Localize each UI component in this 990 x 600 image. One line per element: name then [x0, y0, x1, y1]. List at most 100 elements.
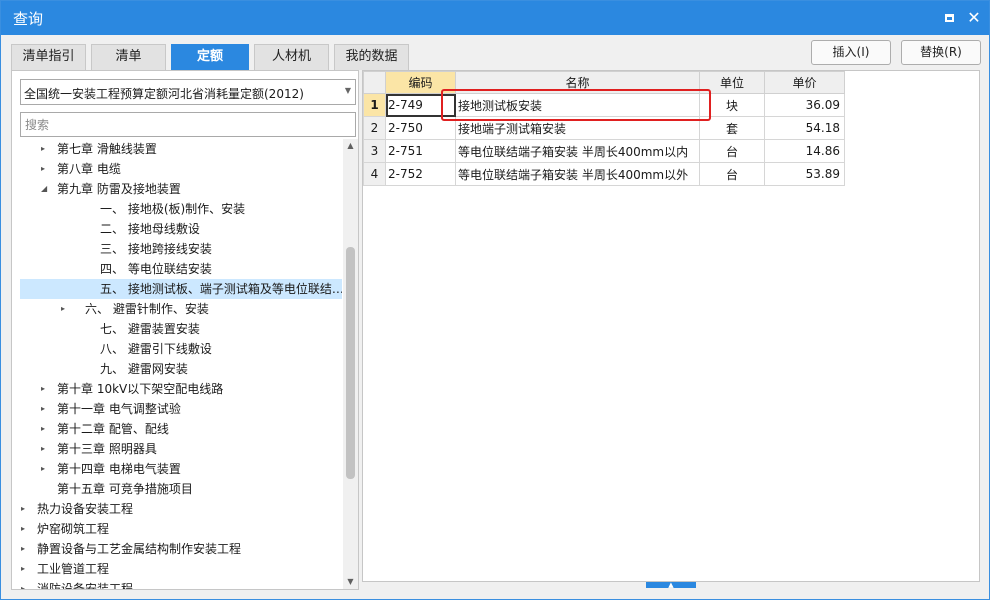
collapsed-arrow-icon[interactable]: ▸ [41, 459, 51, 479]
tree-node[interactable]: ▸ 工业管道工程 [20, 559, 342, 579]
tree-node[interactable]: ▸ 第十二章 配管、配线 [20, 419, 342, 439]
row-number[interactable]: 1 [363, 93, 386, 117]
tab-bill[interactable]: 清单 [91, 44, 166, 70]
tab-labor-material[interactable]: 人材机 [254, 44, 329, 70]
tree-node[interactable]: ▸ 热力设备安装工程 [20, 499, 342, 519]
tab-bill-guide[interactable]: 清单指引 [11, 44, 86, 70]
tree-node[interactable]: 第十五章 可竞争措施项目 [20, 479, 342, 499]
tree-node[interactable]: 三、 接地跨接线安装 [20, 239, 342, 259]
row-number[interactable]: 3 [363, 139, 386, 163]
table-row[interactable]: 3 2-751 等电位联结端子箱安装 半周长400mm以内台 14.86 [363, 139, 845, 163]
maximize-icon[interactable] [941, 9, 959, 27]
cell-code[interactable]: 2-751 [385, 139, 456, 163]
window-title: 查询 [13, 10, 44, 28]
highlight-annotation [441, 89, 711, 121]
table-row[interactable]: 4 2-752 等电位联结端子箱安装 半周长400mm以外台 53.89 [363, 162, 845, 186]
tree-node-label: 八、 避雷引下线敷设 [100, 342, 212, 356]
tree-node[interactable]: 一、 接地极(板)制作、安装 [20, 199, 342, 219]
scroll-up-icon[interactable]: ▲ [343, 139, 358, 153]
quota-results-panel: 编码 名称 单位 单价 1 2-749 接地测试板安装块 36.09 2 2-750 接地端… [362, 70, 980, 582]
collapsed-arrow-icon[interactable]: ▸ [61, 299, 71, 319]
tree-scrollbar[interactable]: ▲ ▼ [343, 139, 358, 589]
tree-node[interactable]: ▸ 第七章 滑触线装置 [20, 139, 342, 159]
tree-node[interactable]: 四、 等电位联结安装 [20, 259, 342, 279]
tree-node[interactable]: ▸ 第十一章 电气调整试验 [20, 399, 342, 419]
tree-node[interactable]: ▸ 静置设备与工艺金属结构制作安装工程 [20, 539, 342, 559]
column-header-price[interactable]: 单价 [764, 71, 845, 94]
tree-node-label: 静置设备与工艺金属结构制作安装工程 [37, 542, 242, 556]
tree-node[interactable]: ▸ 六、 避雷针制作、安装 [20, 299, 342, 319]
tree-node[interactable]: 八、 避雷引下线敷设 [20, 339, 342, 359]
tree-node-label: 第十章 10kV以下架空配电线路 [57, 382, 224, 396]
splitter-bar[interactable]: ▲ [363, 582, 979, 591]
scroll-down-icon[interactable]: ▼ [343, 575, 358, 589]
tree-node[interactable]: 九、 避雷网安装 [20, 359, 342, 379]
cell-name[interactable]: 等电位联结端子箱安装 半周长400mm以内 [455, 139, 700, 163]
tree-node-label: 第十三章 照明器具 [57, 442, 157, 456]
cell-name[interactable]: 等电位联结端子箱安装 半周长400mm以外 [455, 162, 700, 186]
collapsed-arrow-icon[interactable]: ▸ [21, 499, 31, 519]
cell-price[interactable]: 53.89 [764, 162, 845, 186]
tree-node[interactable]: ▸ 第八章 电缆 [20, 159, 342, 179]
library-select[interactable]: 全国统一安装工程预算定额河北省消耗量定额(2012) ▼ [20, 79, 356, 105]
collapsed-arrow-icon[interactable]: ▸ [21, 539, 31, 559]
row-number[interactable]: 4 [363, 162, 386, 186]
row-number[interactable]: 2 [363, 116, 386, 140]
tree-node-label: 热力设备安装工程 [37, 502, 134, 516]
tree-node[interactable]: ▸ 消防设备安装工程 [20, 579, 342, 589]
collapse-up-icon[interactable]: ▲ [646, 582, 696, 589]
cell-price[interactable]: 14.86 [764, 139, 845, 163]
tree-node[interactable]: 七、 避雷装置安装 [20, 319, 342, 339]
insert-button[interactable]: 插入(I) [811, 40, 891, 65]
tree-node-label: 三、 接地跨接线安装 [100, 242, 212, 256]
tree-node-label: 第十一章 电气调整试验 [57, 402, 181, 416]
tree-node-label: 二、 接地母线敷设 [100, 222, 200, 236]
collapsed-arrow-icon[interactable]: ▸ [41, 139, 51, 159]
tree-node[interactable]: ◢ 第九章 防雷及接地装置 [20, 179, 342, 199]
scroll-thumb[interactable] [346, 247, 355, 479]
tree-node[interactable]: 二、 接地母线敷设 [20, 219, 342, 239]
cell-code[interactable]: 2-752 [385, 162, 456, 186]
tree-node-label: 炉窑砌筑工程 [37, 522, 110, 536]
tree-node-label: 七、 避雷装置安装 [100, 322, 200, 336]
collapsed-arrow-icon[interactable]: ▸ [21, 519, 31, 539]
search-input[interactable] [20, 112, 356, 137]
collapsed-arrow-icon[interactable]: ▸ [41, 159, 51, 179]
collapsed-arrow-icon[interactable]: ▸ [41, 439, 51, 459]
chevron-down-icon[interactable]: ▼ [345, 86, 351, 95]
library-select-value: 全国统一安装工程预算定额河北省消耗量定额(2012) [24, 87, 304, 101]
tree-node-label: 第七章 滑触线装置 [57, 142, 157, 156]
cell-price[interactable]: 54.18 [764, 116, 845, 140]
collapsed-arrow-icon[interactable]: ▸ [41, 379, 51, 399]
tree-node-label: 五、 接地测试板、端子测试箱及等电位联结… [100, 282, 342, 296]
cell-unit[interactable]: 台 [699, 162, 765, 186]
tree-node-label: 第十四章 电梯电气装置 [57, 462, 181, 476]
cell-price[interactable]: 36.09 [764, 93, 845, 117]
tree-node-label: 工业管道工程 [37, 562, 110, 576]
tab-my-data[interactable]: 我的数据 [334, 44, 409, 70]
collapsed-arrow-icon[interactable]: ▸ [41, 399, 51, 419]
expanded-arrow-icon[interactable]: ◢ [41, 179, 51, 199]
tree-node-label: 消防设备安装工程 [37, 582, 134, 589]
tree-node[interactable]: ▸ 第十三章 照明器具 [20, 439, 342, 459]
close-icon[interactable]: ✕ [965, 9, 983, 27]
query-dialog: 查询 ✕ 清单指引 清单 定额 人材机 我的数据 插入(I) 替换(R) 全国统… [0, 0, 990, 600]
replace-button[interactable]: 替换(R) [901, 40, 981, 65]
tree-node-label: 六、 避雷针制作、安装 [85, 302, 209, 316]
tree-node-label: 一、 接地极(板)制作、安装 [100, 202, 246, 216]
tree-node-label: 四、 等电位联结安装 [100, 262, 212, 276]
tree-node[interactable]: ▸ 第十四章 电梯电气装置 [20, 459, 342, 479]
tree-node-label: 九、 避雷网安装 [100, 362, 188, 376]
collapsed-arrow-icon[interactable]: ▸ [21, 579, 31, 589]
tab-quota[interactable]: 定额 [171, 44, 249, 70]
collapsed-arrow-icon[interactable]: ▸ [21, 559, 31, 579]
quota-tree: ▸ 第七章 滑触线装置 ▸ 第八章 电缆 ◢ 第九章 防雷及接地装置一、 接地极(板)制作… [12, 139, 342, 589]
tree-node[interactable]: ▸ 炉窑砌筑工程 [20, 519, 342, 539]
cell-unit[interactable]: 台 [699, 139, 765, 163]
tree-node[interactable]: ▸ 第十章 10kV以下架空配电线路 [20, 379, 342, 399]
tree-node-label: 第十五章 可竞争措施项目 [57, 482, 193, 496]
tree-node-label: 第九章 防雷及接地装置 [57, 182, 181, 196]
tree-node[interactable]: 五、 接地测试板、端子测试箱及等电位联结… [20, 279, 342, 299]
title-bar[interactable]: 查询 ✕ [1, 1, 989, 35]
collapsed-arrow-icon[interactable]: ▸ [41, 419, 51, 439]
